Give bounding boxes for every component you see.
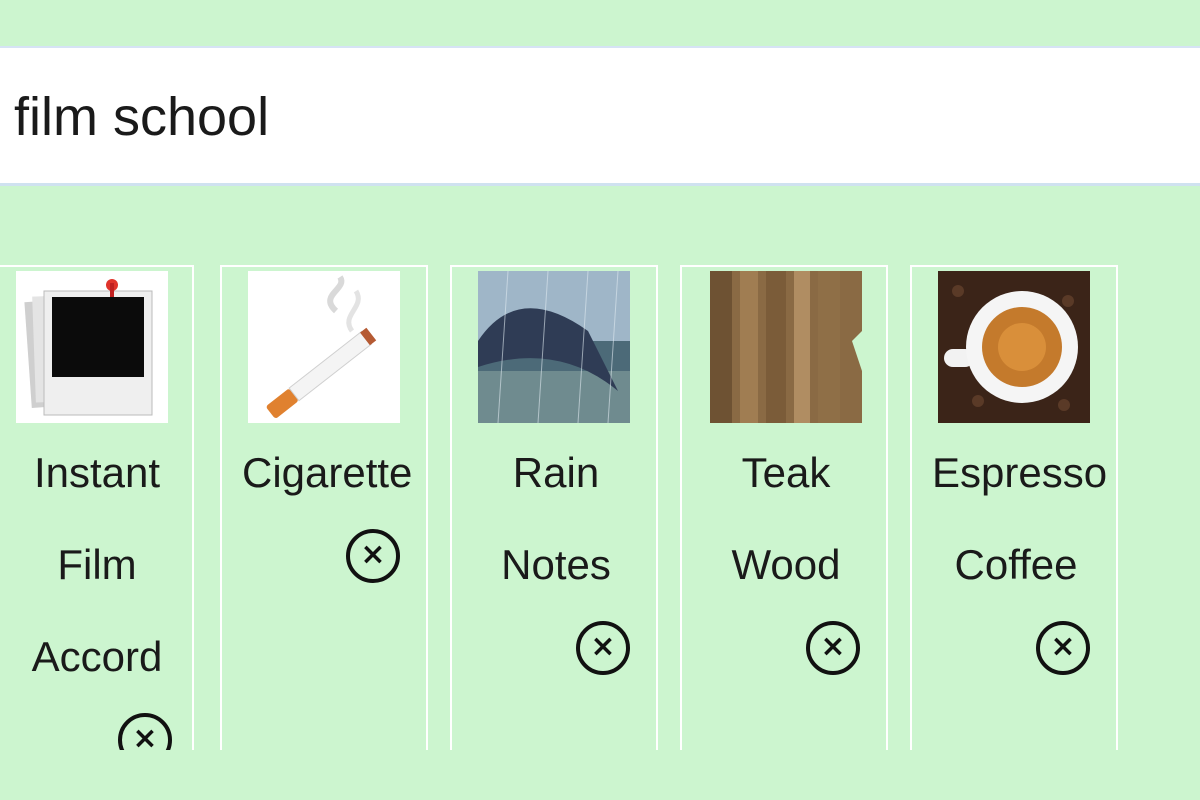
tag-label-line-3: Accord [31,633,163,680]
close-icon: × [360,537,386,572]
bottom-area [0,750,1200,800]
tag-card-espresso-coffee[interactable]: Espresso Coffee × [910,265,1118,750]
search-query-text[interactable]: film school [14,82,269,152]
close-icon: × [820,629,846,664]
espresso-cup-icon [938,271,1090,423]
tag-label-line-2: Notes [501,541,611,588]
remove-tag-button[interactable]: × [1036,621,1090,675]
tag-label-line-2: Coffee [954,541,1078,588]
close-icon: × [590,629,616,664]
cigarette-icon [248,271,400,423]
tag-label-line-1: Cigarette [242,449,413,496]
tag-card-rain-notes[interactable]: Rain Notes × [450,265,658,750]
remove-tag-button[interactable]: × [346,529,400,583]
tag-label-line-1: Instant [33,449,161,496]
tag-label-line-1: Espresso [932,449,1108,496]
tag-card-list: Instant Film Accord × Cigarette × Rain N… [0,265,1200,767]
remove-tag-button[interactable]: × [806,621,860,675]
tag-card-instant-film-accord[interactable]: Instant Film Accord × [0,265,194,767]
polaroid-photos-icon [16,271,168,423]
tag-label-line-1: Teak [741,449,831,496]
close-icon: × [1050,629,1076,664]
tag-label-line-2: Wood [731,541,841,588]
tag-card-cigarette[interactable]: Cigarette × [220,265,428,750]
tag-label-line-2: Film [57,541,137,588]
top-bar [0,0,1200,48]
wood-texture-icon [710,271,862,423]
tag-card-teak-wood[interactable]: Teak Wood × [680,265,888,750]
remove-tag-button[interactable]: × [576,621,630,675]
tag-label-line-1: Rain [512,449,600,496]
rain-umbrella-icon [478,271,630,423]
